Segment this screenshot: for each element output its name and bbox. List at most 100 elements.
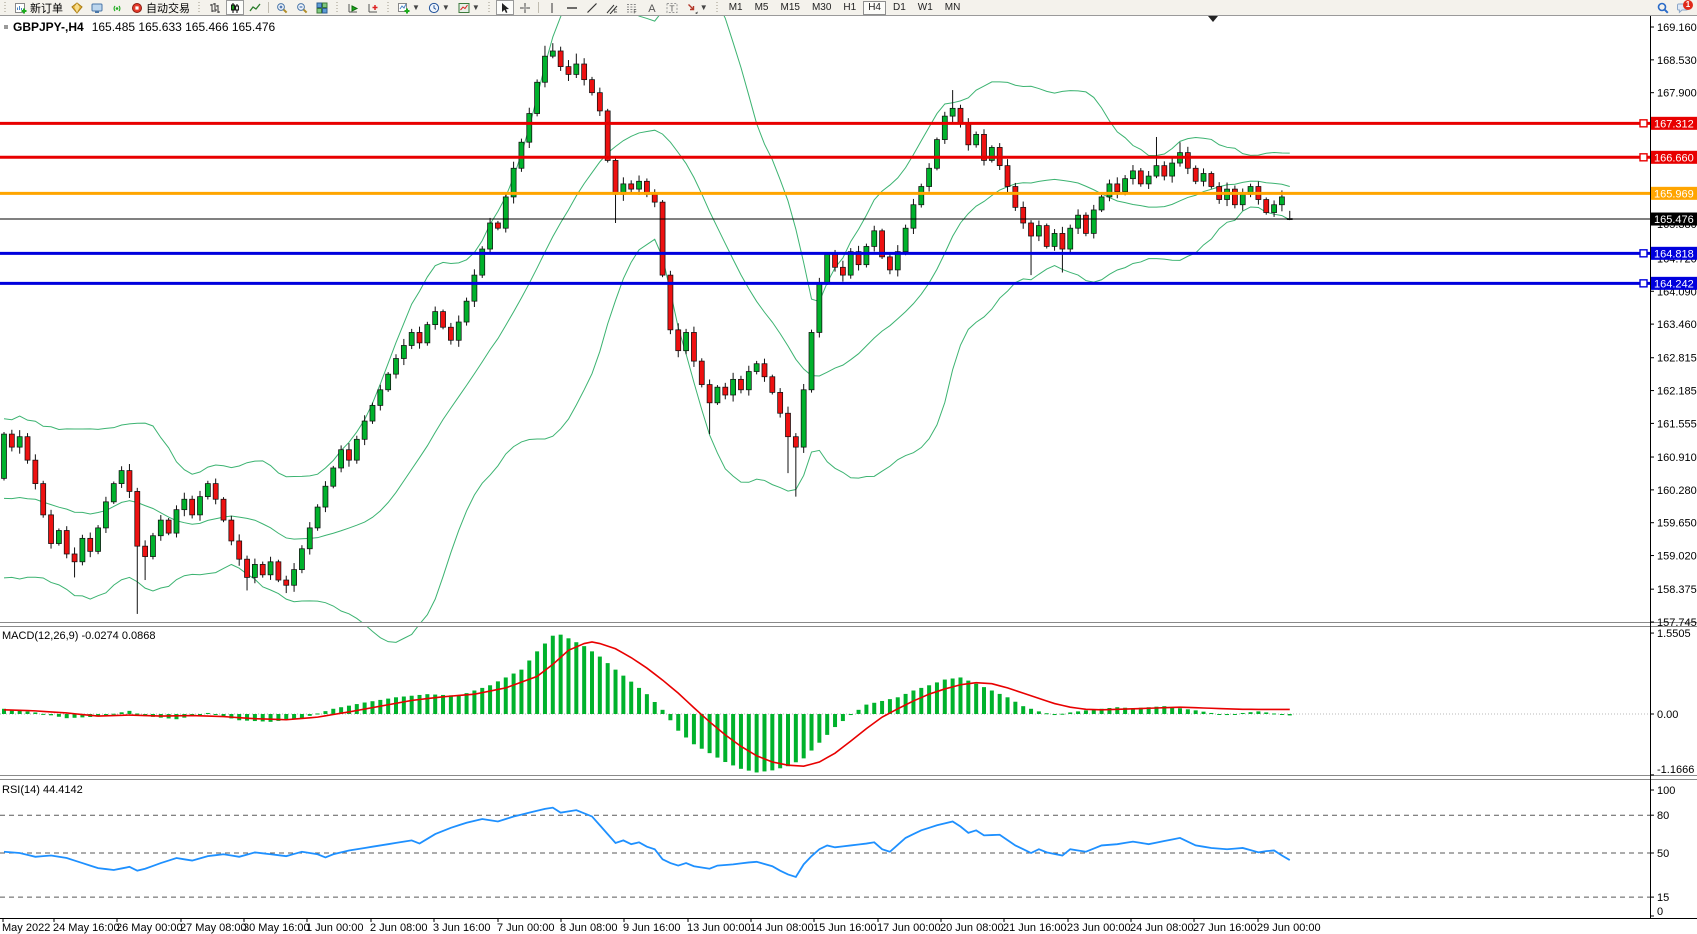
- indicators-icon: [398, 2, 410, 14]
- indicators-button[interactable]: ▼: [395, 0, 423, 15]
- price-tick-label: 169.160: [1657, 22, 1697, 34]
- macd-label: MACD(12,26,9) -0.0274 0.0868: [2, 630, 155, 642]
- main-toolbar: 新订单 自动交易 ▼ ▼ ▼ E F AT ▼ M1M5M15M30H1H4D1W1MN 1: [0, 0, 1697, 16]
- time-tick-label: 9 Jun 16:00: [623, 922, 681, 934]
- timeframe-button-mn[interactable]: MN: [940, 1, 966, 15]
- dropdown-arrow-icon: ▼: [442, 3, 450, 12]
- time-tick-label: 13 Jun 00:00: [687, 922, 751, 934]
- bar-chart-button[interactable]: [206, 0, 224, 15]
- time-tick-label: 21 Jun 16:00: [1003, 922, 1067, 934]
- line-handle[interactable]: [1640, 154, 1647, 161]
- timeframe-button-m5[interactable]: M5: [750, 1, 774, 15]
- clock-icon: [428, 2, 440, 14]
- chart-area[interactable]: MACD(12,26,9) -0.0274 0.0868 RSI(14) 44.4…: [0, 0, 1697, 934]
- chart-window-icon: [4, 25, 8, 29]
- price-badge-label: 166.660: [1654, 152, 1694, 164]
- candlestick-chart-button[interactable]: [226, 0, 244, 15]
- price-tick-label: 159.020: [1657, 551, 1697, 563]
- timeframe-button-h1[interactable]: H1: [838, 1, 861, 15]
- timeframe-button-m1[interactable]: M1: [724, 1, 748, 15]
- price-badge-label: 164.818: [1654, 248, 1694, 260]
- price-tick-label: 158.375: [1657, 584, 1697, 596]
- periods-button[interactable]: ▼: [425, 0, 453, 15]
- candlestick-icon: [229, 2, 241, 14]
- zoom-out-button[interactable]: [293, 0, 311, 15]
- time-tick-label: 8 Jun 08:00: [560, 922, 618, 934]
- terminal-button[interactable]: [88, 0, 106, 15]
- vertical-line-button[interactable]: [543, 0, 561, 15]
- market-button[interactable]: [68, 0, 86, 15]
- rsi-line: [4, 808, 1290, 877]
- dropdown-arrow-icon: ▼: [412, 3, 420, 12]
- zoom-out-icon: [296, 2, 308, 14]
- time-axis[interactable]: May 202224 May 16:0026 May 00:0027 May 0…: [2, 918, 1321, 934]
- bar-chart-icon: [209, 2, 221, 14]
- zoom-in-icon: [276, 2, 288, 14]
- crosshair-button[interactable]: [516, 0, 534, 15]
- time-tick-label: May 2022: [2, 922, 50, 934]
- timeframe-button-m15[interactable]: M15: [776, 1, 805, 15]
- macd-axis-label: -1.1666: [1657, 764, 1694, 776]
- tile-windows-icon: [316, 2, 328, 14]
- auto-scroll-button[interactable]: [344, 0, 362, 15]
- time-tick-label: 2 Jun 08:00: [370, 922, 428, 934]
- time-tick-label: 27 May 08:00: [180, 922, 247, 934]
- line-handle[interactable]: [1640, 120, 1647, 127]
- toolbar-grip: [385, 2, 392, 13]
- toolbar-grip: [714, 2, 721, 13]
- rsi-axis-label: 15: [1657, 892, 1669, 904]
- channel-icon: E: [606, 2, 618, 14]
- time-tick-label: 17 Jun 00:00: [877, 922, 941, 934]
- chat-button[interactable]: 1: [1674, 0, 1696, 15]
- gold-gem-icon: [71, 2, 83, 14]
- price-tick-label: 168.530: [1657, 55, 1697, 67]
- timeframe-button-w1[interactable]: W1: [913, 1, 938, 15]
- crosshair-icon: [519, 2, 531, 14]
- channel-button[interactable]: E: [603, 0, 621, 15]
- time-tick-label: 30 May 16:00: [243, 922, 310, 934]
- timeframe-button-d1[interactable]: D1: [888, 1, 911, 15]
- horizontal-line-button[interactable]: [563, 0, 581, 15]
- price-tick-label: 167.900: [1657, 88, 1697, 100]
- text-label-button[interactable]: T: [663, 0, 681, 15]
- search-button[interactable]: [1654, 0, 1672, 15]
- chart-shift-marker-icon[interactable]: [1208, 16, 1218, 22]
- line-handle[interactable]: [1640, 250, 1647, 257]
- time-tick-label: 15 Jun 16:00: [813, 922, 877, 934]
- trendline-button[interactable]: [583, 0, 601, 15]
- rsi-label: RSI(14) 44.4142: [2, 784, 83, 796]
- signals-button[interactable]: [108, 0, 126, 15]
- dropdown-arrow-icon: ▼: [700, 3, 708, 12]
- new-order-button[interactable]: 新订单: [12, 0, 66, 15]
- price-badge-label: 165.969: [1654, 188, 1694, 200]
- fibonacci-button[interactable]: F: [623, 0, 641, 15]
- svg-text:A: A: [648, 3, 656, 14]
- time-tick-label: 1 Jun 00:00: [306, 922, 364, 934]
- fibonacci-icon: F: [626, 2, 638, 14]
- line-handle[interactable]: [1640, 280, 1647, 287]
- svg-text:F: F: [633, 9, 636, 14]
- toolbar-grip: [334, 2, 341, 13]
- chart-shift-icon: [367, 2, 379, 14]
- price-badge-label: 167.312: [1654, 118, 1694, 130]
- line-chart-button[interactable]: [246, 0, 264, 15]
- text-button[interactable]: A: [643, 0, 661, 15]
- rsi-axis-label: 100: [1657, 785, 1675, 797]
- autotrading-button-label: 自动交易: [146, 0, 190, 16]
- autotrading-icon: [131, 2, 143, 14]
- zoom-in-button[interactable]: [273, 0, 291, 15]
- tile-windows-button[interactable]: [313, 0, 331, 15]
- templates-button[interactable]: ▼: [455, 0, 483, 15]
- arrows-button[interactable]: ▼: [683, 0, 711, 15]
- chart-shift-button[interactable]: [364, 0, 382, 15]
- chat-unread-badge: 1: [1683, 0, 1693, 10]
- rsi-axis-label: 50: [1657, 848, 1669, 860]
- price-badge-label: 164.242: [1654, 278, 1694, 290]
- cursor-button[interactable]: [496, 0, 514, 15]
- timeframe-button-m30[interactable]: M30: [807, 1, 836, 15]
- monitor-icon: [91, 2, 103, 14]
- new-order-icon: [15, 2, 27, 14]
- autotrading-button[interactable]: 自动交易: [128, 0, 193, 15]
- timeframe-button-h4[interactable]: H4: [863, 1, 886, 15]
- vertical-line-icon: [546, 2, 558, 14]
